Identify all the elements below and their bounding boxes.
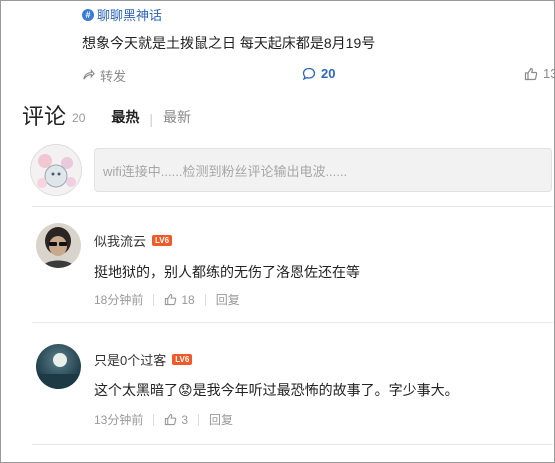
comment-username[interactable]: 似我流云 LV6 [94, 231, 173, 250]
comments-count: 20 [72, 111, 86, 125]
meta-separator [153, 293, 155, 306]
username-text: 似我流云 [94, 234, 147, 249]
like-count: 13 [543, 66, 555, 81]
level-badge: LV6 [172, 354, 193, 365]
hashtag-icon: # [82, 8, 94, 21]
comments-header: 评论 20 最热 | 最新 [22, 99, 191, 131]
reply-button[interactable]: 回复 [216, 291, 240, 308]
comment-text: 这个太黑暗了😟是我今年听过最恐怖的故事了。字少事大。 [94, 380, 459, 400]
comments-title: 评论 [22, 104, 67, 129]
like-button[interactable]: 13 [524, 66, 555, 81]
repost-button[interactable]: 转发 [82, 66, 126, 85]
comment-text-part: 是我今年听过最恐怖的故事了。字少事大。 [192, 382, 459, 398]
thumbs-up-icon [165, 293, 177, 306]
comment-meta: 18分钟前 18 回复 [94, 291, 240, 308]
level-badge: LV6 [152, 235, 173, 246]
comment-time: 13分钟前 [94, 413, 144, 427]
divider [32, 444, 553, 445]
tab-new[interactable]: 最新 [163, 107, 191, 127]
username-text: 只是0个过客 [94, 353, 167, 368]
comment-button[interactable]: 20 [302, 66, 335, 81]
comment-text: 挺地狱的，别人都练的无伤了洛恩佐还在等 [94, 264, 360, 280]
avatar-photo [36, 223, 81, 268]
current-user-avatar[interactable] [30, 144, 82, 196]
topic-tag[interactable]: # 聊聊黑神话 [82, 5, 162, 24]
avatar[interactable] [36, 344, 81, 389]
comment-count: 20 [321, 66, 336, 81]
meta-separator [198, 413, 200, 426]
thumbs-up-icon [524, 67, 538, 80]
comment-meta: 13分钟前 3 回复 [94, 411, 233, 428]
thumbs-up-icon [165, 413, 177, 426]
reply-button[interactable]: 回复 [209, 411, 233, 428]
comment-like-count: 3 [181, 412, 189, 427]
divider [32, 322, 553, 323]
comment-username[interactable]: 只是0个过客 LV6 [94, 350, 193, 369]
divider [32, 206, 553, 207]
comment-like-button[interactable]: 3 [164, 413, 188, 427]
comment-like-button[interactable]: 18 [164, 292, 195, 307]
tab-hot[interactable]: 最热 [111, 107, 139, 127]
meta-separator [153, 413, 155, 426]
topic-label: 聊聊黑神话 [97, 8, 163, 23]
repost-icon [83, 69, 95, 80]
tab-separator: | [149, 111, 154, 127]
avatar[interactable] [36, 223, 81, 268]
comment-time: 18分钟前 [94, 293, 144, 307]
worried-face-emoji: 😟 [178, 382, 193, 398]
comment-text-part: 这个太黑暗了 [94, 382, 178, 398]
comment-like-count: 18 [181, 292, 195, 307]
repost-label: 转发 [100, 69, 127, 84]
comment-icon [302, 67, 316, 80]
avatar-illustration [31, 145, 81, 195]
meta-separator [204, 293, 206, 306]
post-text: 想象今天就是土拨鼠之日 每天起床都是8月19号 [82, 35, 376, 51]
comment-input-placeholder: wifi连接中......检测到粉丝评论输出电波...... [103, 164, 348, 179]
avatar-photo [36, 344, 81, 389]
